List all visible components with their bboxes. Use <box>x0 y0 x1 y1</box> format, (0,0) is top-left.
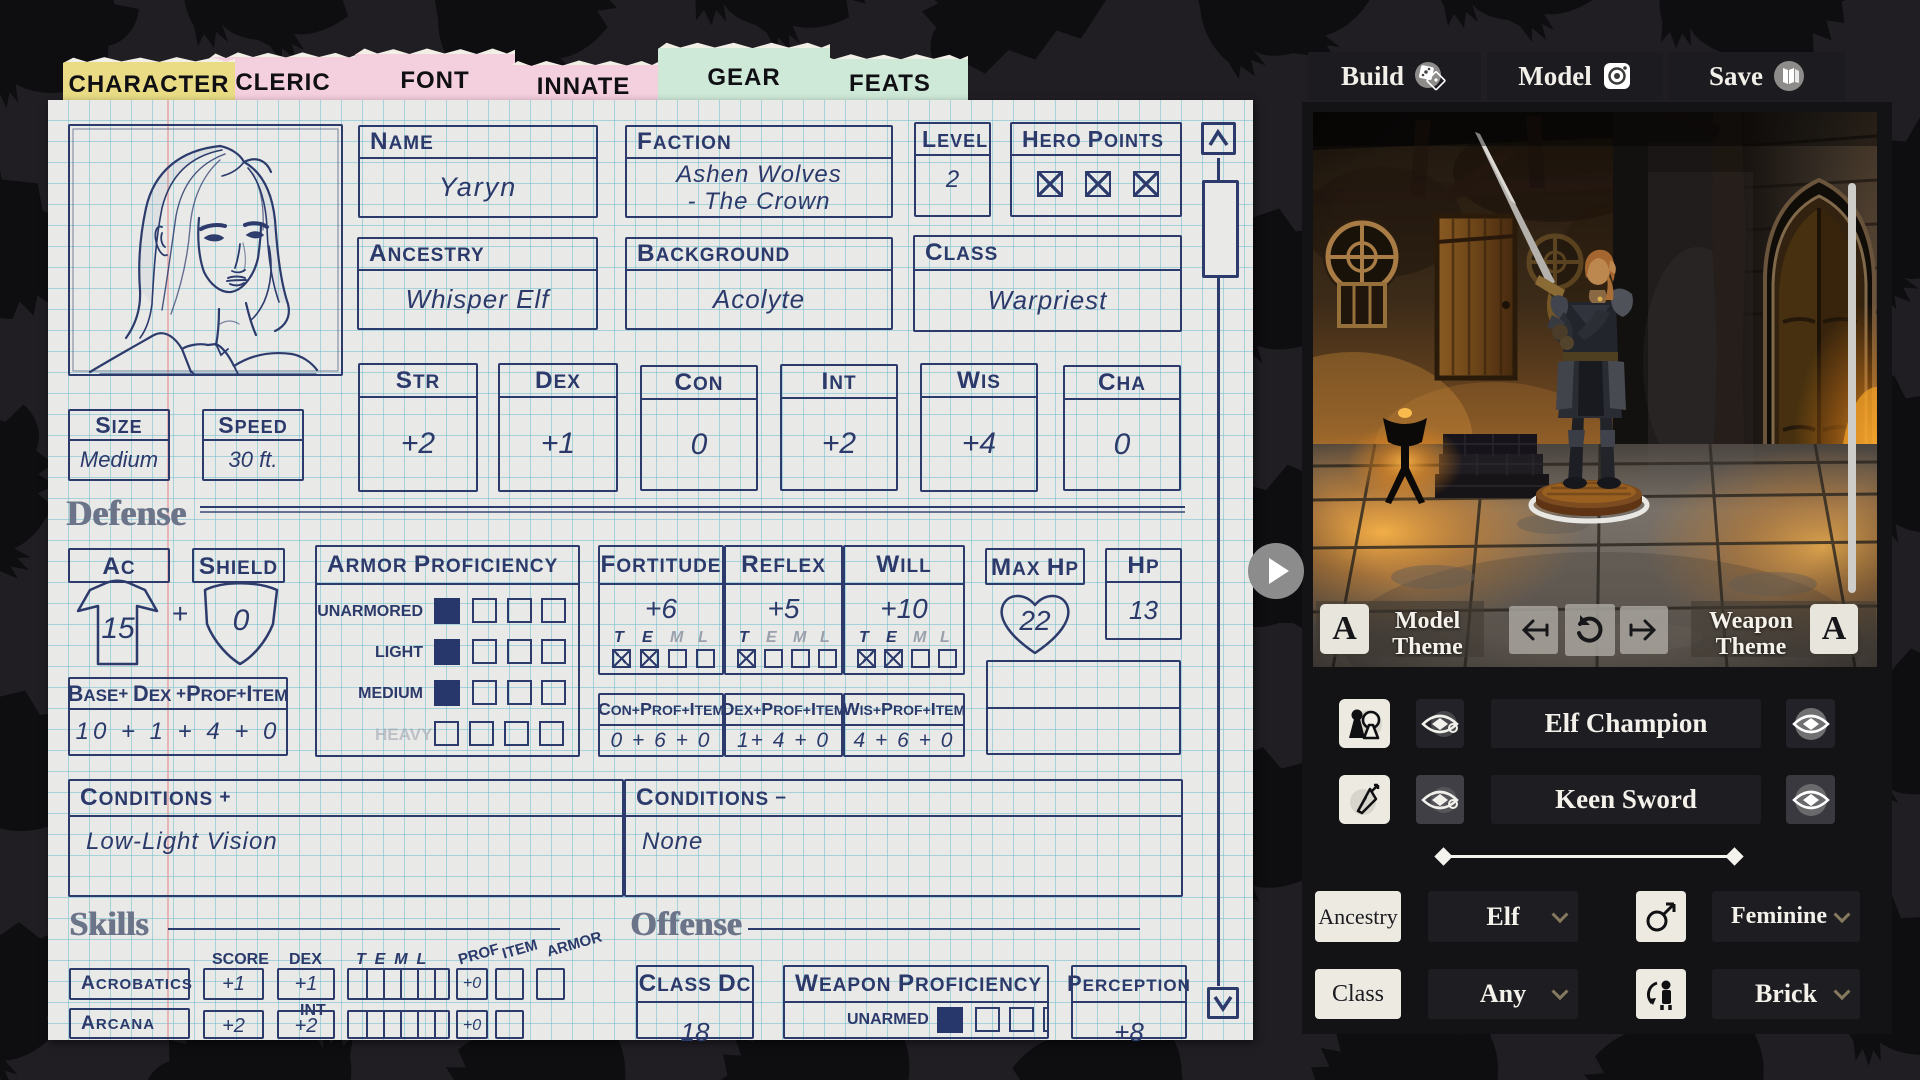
svg-text:0: 0 <box>233 604 250 637</box>
svg-text:22: 22 <box>1018 605 1051 636</box>
svg-text:15: 15 <box>101 612 135 645</box>
